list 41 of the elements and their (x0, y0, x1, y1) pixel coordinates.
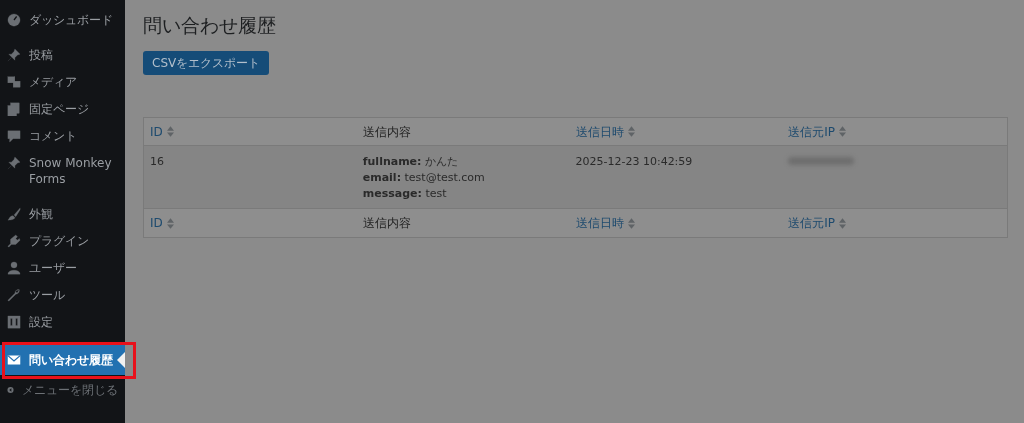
sort-icon (166, 217, 174, 229)
menu-item[interactable]: 設定 (0, 310, 125, 334)
menu-item[interactable]: コメント (0, 124, 125, 148)
content-line: fullname: かんた (362, 154, 458, 170)
sort-icon (627, 217, 635, 229)
menu-item[interactable]: 外観 (0, 202, 125, 226)
content-line: message: test (362, 186, 447, 202)
collapse-menu-link[interactable]: メニューを閉じる (0, 377, 125, 403)
brush-icon (7, 207, 21, 221)
menu-item[interactable]: 投稿 (0, 43, 125, 67)
sort-icon (166, 126, 174, 137)
menu-item[interactable]: ダッシュボード (0, 8, 125, 32)
pages-icon (7, 102, 21, 116)
speech-bubble-icon (7, 129, 21, 143)
menu-item[interactable]: Snow Monkey Forms (0, 151, 125, 191)
table-cell-text: 2025-12-23 10:42:59 (575, 154, 693, 170)
table-cell-text: 16 (150, 154, 164, 170)
sort-icon (627, 126, 635, 137)
current-pointer (117, 352, 125, 368)
sort-icon (839, 217, 847, 229)
pin-icon (7, 156, 21, 170)
column-header: 送信内容 (362, 123, 411, 141)
content-line: email: test@test.com (362, 170, 485, 186)
menu-item[interactable]: 固定ページ (0, 97, 125, 121)
menu-item[interactable]: ユーザー (0, 256, 125, 280)
user-icon (7, 261, 21, 275)
menu-item[interactable]: プラグイン (0, 229, 125, 253)
page-title: 問い合わせ履歴 (143, 13, 277, 38)
menu-item[interactable]: ツール (0, 283, 125, 307)
envelope-icon (7, 353, 21, 367)
menu-item[interactable]: メディア (0, 70, 125, 94)
plug-icon (7, 234, 21, 248)
sort-icon (839, 126, 847, 137)
sliders-icon (7, 315, 21, 329)
wrench-icon (7, 288, 21, 302)
menu-item[interactable]: 問い合わせ履歴 (0, 345, 125, 375)
pin-icon (7, 48, 21, 62)
column-header: 送信内容 (362, 215, 411, 232)
gauge-icon (7, 13, 21, 27)
media-icon (7, 75, 21, 89)
export-button[interactable]: CSVをエクスポート (143, 51, 270, 75)
